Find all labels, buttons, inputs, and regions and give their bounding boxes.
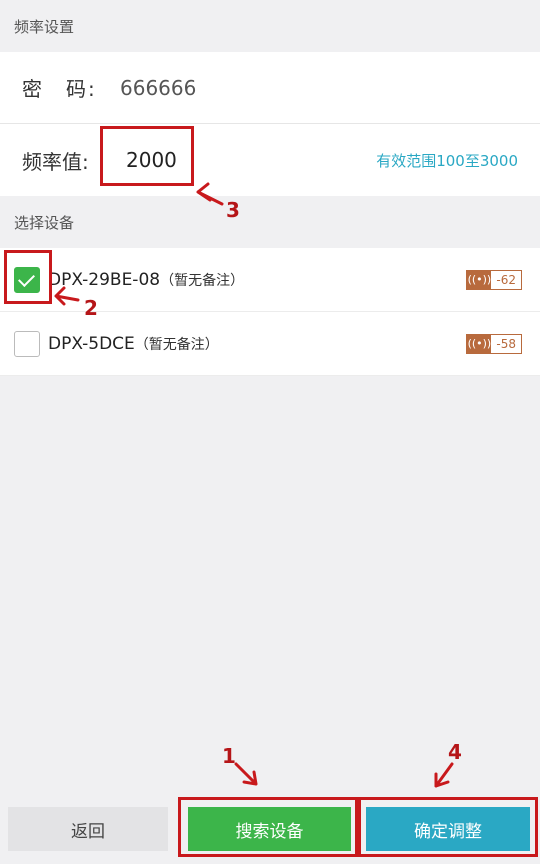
annotation-arrow-4 bbox=[434, 762, 454, 788]
annotation-arrow-2 bbox=[54, 286, 80, 306]
annotation-arrow-1 bbox=[234, 762, 258, 786]
annotation-arrows bbox=[54, 182, 454, 788]
annotation-arrow-3 bbox=[196, 182, 224, 206]
